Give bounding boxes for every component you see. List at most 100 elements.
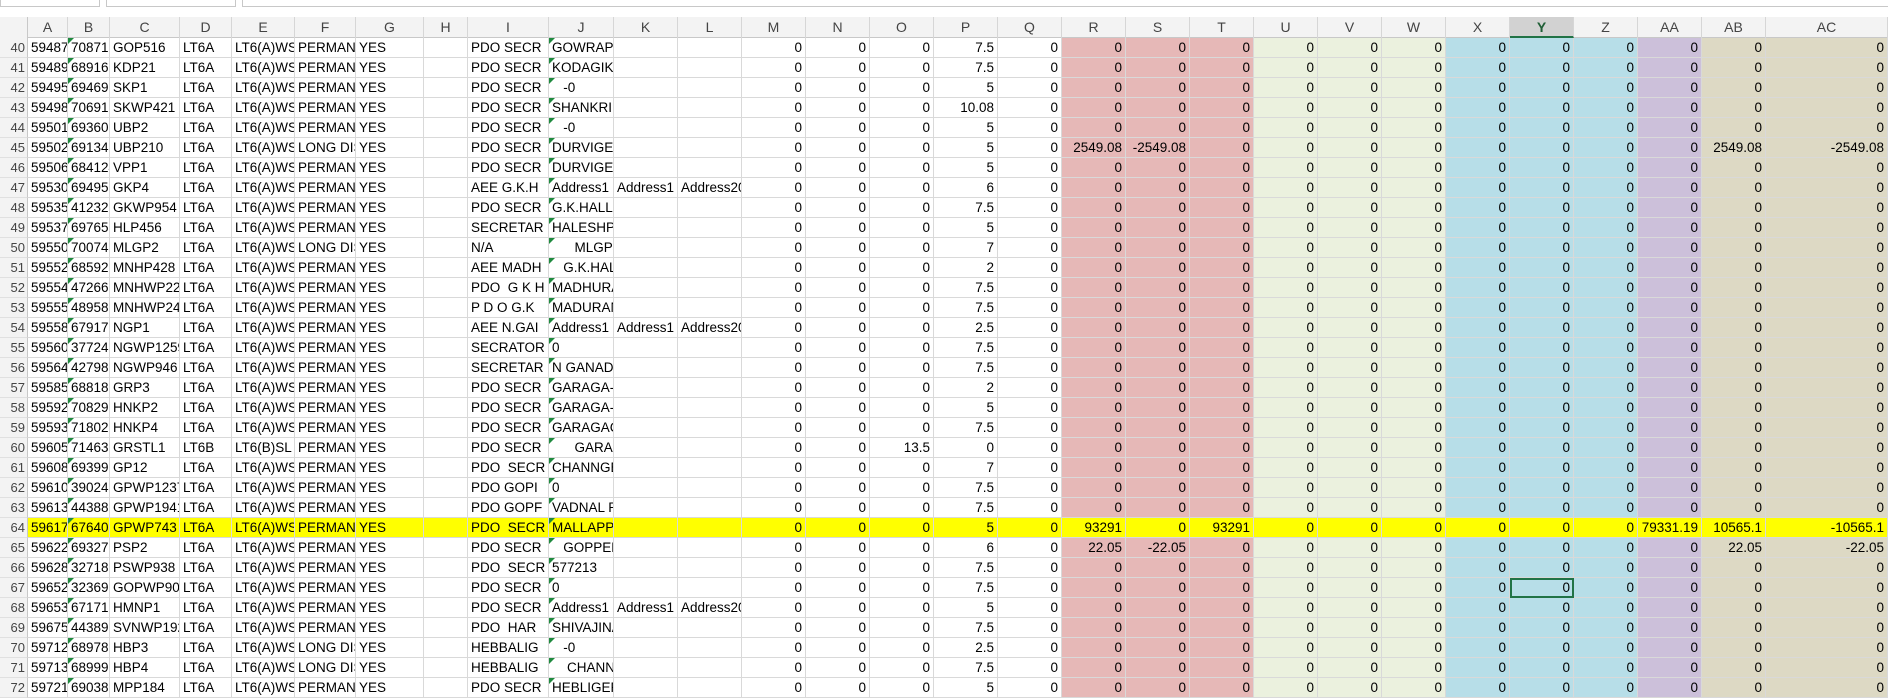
cell-x[interactable]: 0 <box>1446 538 1510 558</box>
cell-n[interactable]: 0 <box>806 458 870 478</box>
cell-f[interactable]: PERMANE <box>295 298 356 318</box>
cell-k[interactable] <box>614 658 678 678</box>
cell-k[interactable] <box>614 338 678 358</box>
cell-u[interactable]: 0 <box>1254 238 1318 258</box>
cell-k[interactable] <box>614 258 678 278</box>
select-all-corner[interactable] <box>0 17 28 38</box>
cell-p[interactable]: 7.5 <box>934 658 998 678</box>
cell-l[interactable] <box>678 618 742 638</box>
cell-ab[interactable]: 0 <box>1702 158 1766 178</box>
cell-g[interactable]: YES <box>356 98 424 118</box>
cell-t[interactable]: 0 <box>1190 418 1254 438</box>
cell-aa[interactable]: 0 <box>1638 198 1702 218</box>
cell-x[interactable]: 0 <box>1446 38 1510 58</box>
cell-b[interactable]: 685920 <box>68 258 110 278</box>
cell-m[interactable]: 0 <box>742 558 806 578</box>
cell-p[interactable]: 7.5 <box>934 558 998 578</box>
row-header[interactable]: 55 <box>0 338 28 358</box>
cell-h[interactable] <box>424 578 468 598</box>
cell-n[interactable]: 0 <box>806 578 870 598</box>
cell-a[interactable]: 59558 <box>28 318 68 338</box>
cell-s[interactable]: 0 <box>1126 498 1190 518</box>
cell-n[interactable]: 0 <box>806 278 870 298</box>
cell-u[interactable]: 0 <box>1254 338 1318 358</box>
cell-l[interactable] <box>678 418 742 438</box>
cell-w[interactable]: 0 <box>1382 138 1446 158</box>
cell-aa[interactable]: 0 <box>1638 98 1702 118</box>
cell-z[interactable]: 0 <box>1574 398 1638 418</box>
cell-y[interactable]: 0 <box>1510 478 1574 498</box>
cell-x[interactable]: 0 <box>1446 298 1510 318</box>
cell-h[interactable] <box>424 98 468 118</box>
cell-i[interactable]: PDO SECR <box>468 118 549 138</box>
cell-j[interactable]: GARAGACHANNAGIRI-CHANNA <box>549 418 614 438</box>
cell-x[interactable]: 0 <box>1446 458 1510 478</box>
cell-d[interactable]: LT6A <box>180 638 232 658</box>
row-header[interactable]: 68 <box>0 598 28 618</box>
cell-p[interactable]: 7.5 <box>934 38 998 58</box>
row-header[interactable]: 59 <box>0 418 28 438</box>
cell-h[interactable] <box>424 598 468 618</box>
cell-k[interactable] <box>614 558 678 578</box>
cell-z[interactable]: 0 <box>1574 458 1638 478</box>
cell-v[interactable]: 0 <box>1318 378 1382 398</box>
row-header[interactable]: 49 <box>0 218 28 238</box>
cell-v[interactable]: 0 <box>1318 338 1382 358</box>
cell-q[interactable]: 0 <box>998 98 1062 118</box>
cell-r[interactable]: 0 <box>1062 98 1126 118</box>
cell-m[interactable]: 0 <box>742 198 806 218</box>
cell-j[interactable]: G.K.HALLI 0 <box>549 198 614 218</box>
cell-u[interactable]: 0 <box>1254 318 1318 338</box>
column-header-l[interactable]: L <box>678 17 742 38</box>
cell-x[interactable]: 0 <box>1446 218 1510 238</box>
cell-h[interactable] <box>424 338 468 358</box>
cell-p[interactable]: 5 <box>934 218 998 238</box>
cell-a[interactable]: 59653 <box>28 598 68 618</box>
cell-b[interactable]: 689999 <box>68 658 110 678</box>
cell-m[interactable]: 0 <box>742 258 806 278</box>
cell-u[interactable]: 0 <box>1254 38 1318 58</box>
cell-h[interactable] <box>424 538 468 558</box>
cell-t[interactable]: 0 <box>1190 378 1254 398</box>
cell-d[interactable]: LT6A <box>180 598 232 618</box>
cell-w[interactable]: 0 <box>1382 258 1446 278</box>
column-header-k[interactable]: K <box>614 17 678 38</box>
cell-i[interactable]: AEE N.GAI <box>468 318 549 338</box>
cell-z[interactable]: 0 <box>1574 598 1638 618</box>
cell-a[interactable]: 59610 <box>28 478 68 498</box>
cell-q[interactable]: 0 <box>998 58 1062 78</box>
cell-k[interactable] <box>614 498 678 518</box>
cell-ab[interactable]: 0 <box>1702 578 1766 598</box>
cell-u[interactable]: 0 <box>1254 458 1318 478</box>
cell-h[interactable] <box>424 618 468 638</box>
cell-t[interactable]: 0 <box>1190 578 1254 598</box>
cell-n[interactable]: 0 <box>806 618 870 638</box>
row-header[interactable]: 56 <box>0 358 28 378</box>
column-header-c[interactable]: C <box>110 17 180 38</box>
cell-f[interactable]: PERMANE <box>295 438 356 458</box>
cell-j[interactable]: VADNAL ROAD GOPPENAHALL <box>549 498 614 518</box>
column-header-g[interactable]: G <box>356 17 424 38</box>
cell-x[interactable]: 0 <box>1446 358 1510 378</box>
cell-g[interactable]: YES <box>356 158 424 178</box>
cell-d[interactable]: LT6A <box>180 458 232 478</box>
row-header[interactable]: 52 <box>0 278 28 298</box>
cell-aa[interactable]: 0 <box>1638 338 1702 358</box>
cell-m[interactable]: 0 <box>742 578 806 598</box>
cell-a[interactable]: 59712 <box>28 638 68 658</box>
cell-t[interactable]: 0 <box>1190 118 1254 138</box>
cell-x[interactable]: 0 <box>1446 98 1510 118</box>
column-header-b[interactable]: B <box>68 17 110 38</box>
cell-ac[interactable]: 0 <box>1766 318 1888 338</box>
cell-h[interactable] <box>424 138 468 158</box>
cell-o[interactable]: 0 <box>870 338 934 358</box>
cell-b[interactable]: 4726625 <box>68 278 110 298</box>
cell-ac[interactable]: 0 <box>1766 578 1888 598</box>
cell-f[interactable]: PERMANE <box>295 338 356 358</box>
column-header-z[interactable]: Z <box>1574 17 1638 38</box>
cell-i[interactable]: HEBBALIG <box>468 658 549 678</box>
cell-u[interactable]: 0 <box>1254 278 1318 298</box>
cell-o[interactable]: 0 <box>870 178 934 198</box>
cell-m[interactable]: 0 <box>742 238 806 258</box>
cell-k[interactable] <box>614 298 678 318</box>
